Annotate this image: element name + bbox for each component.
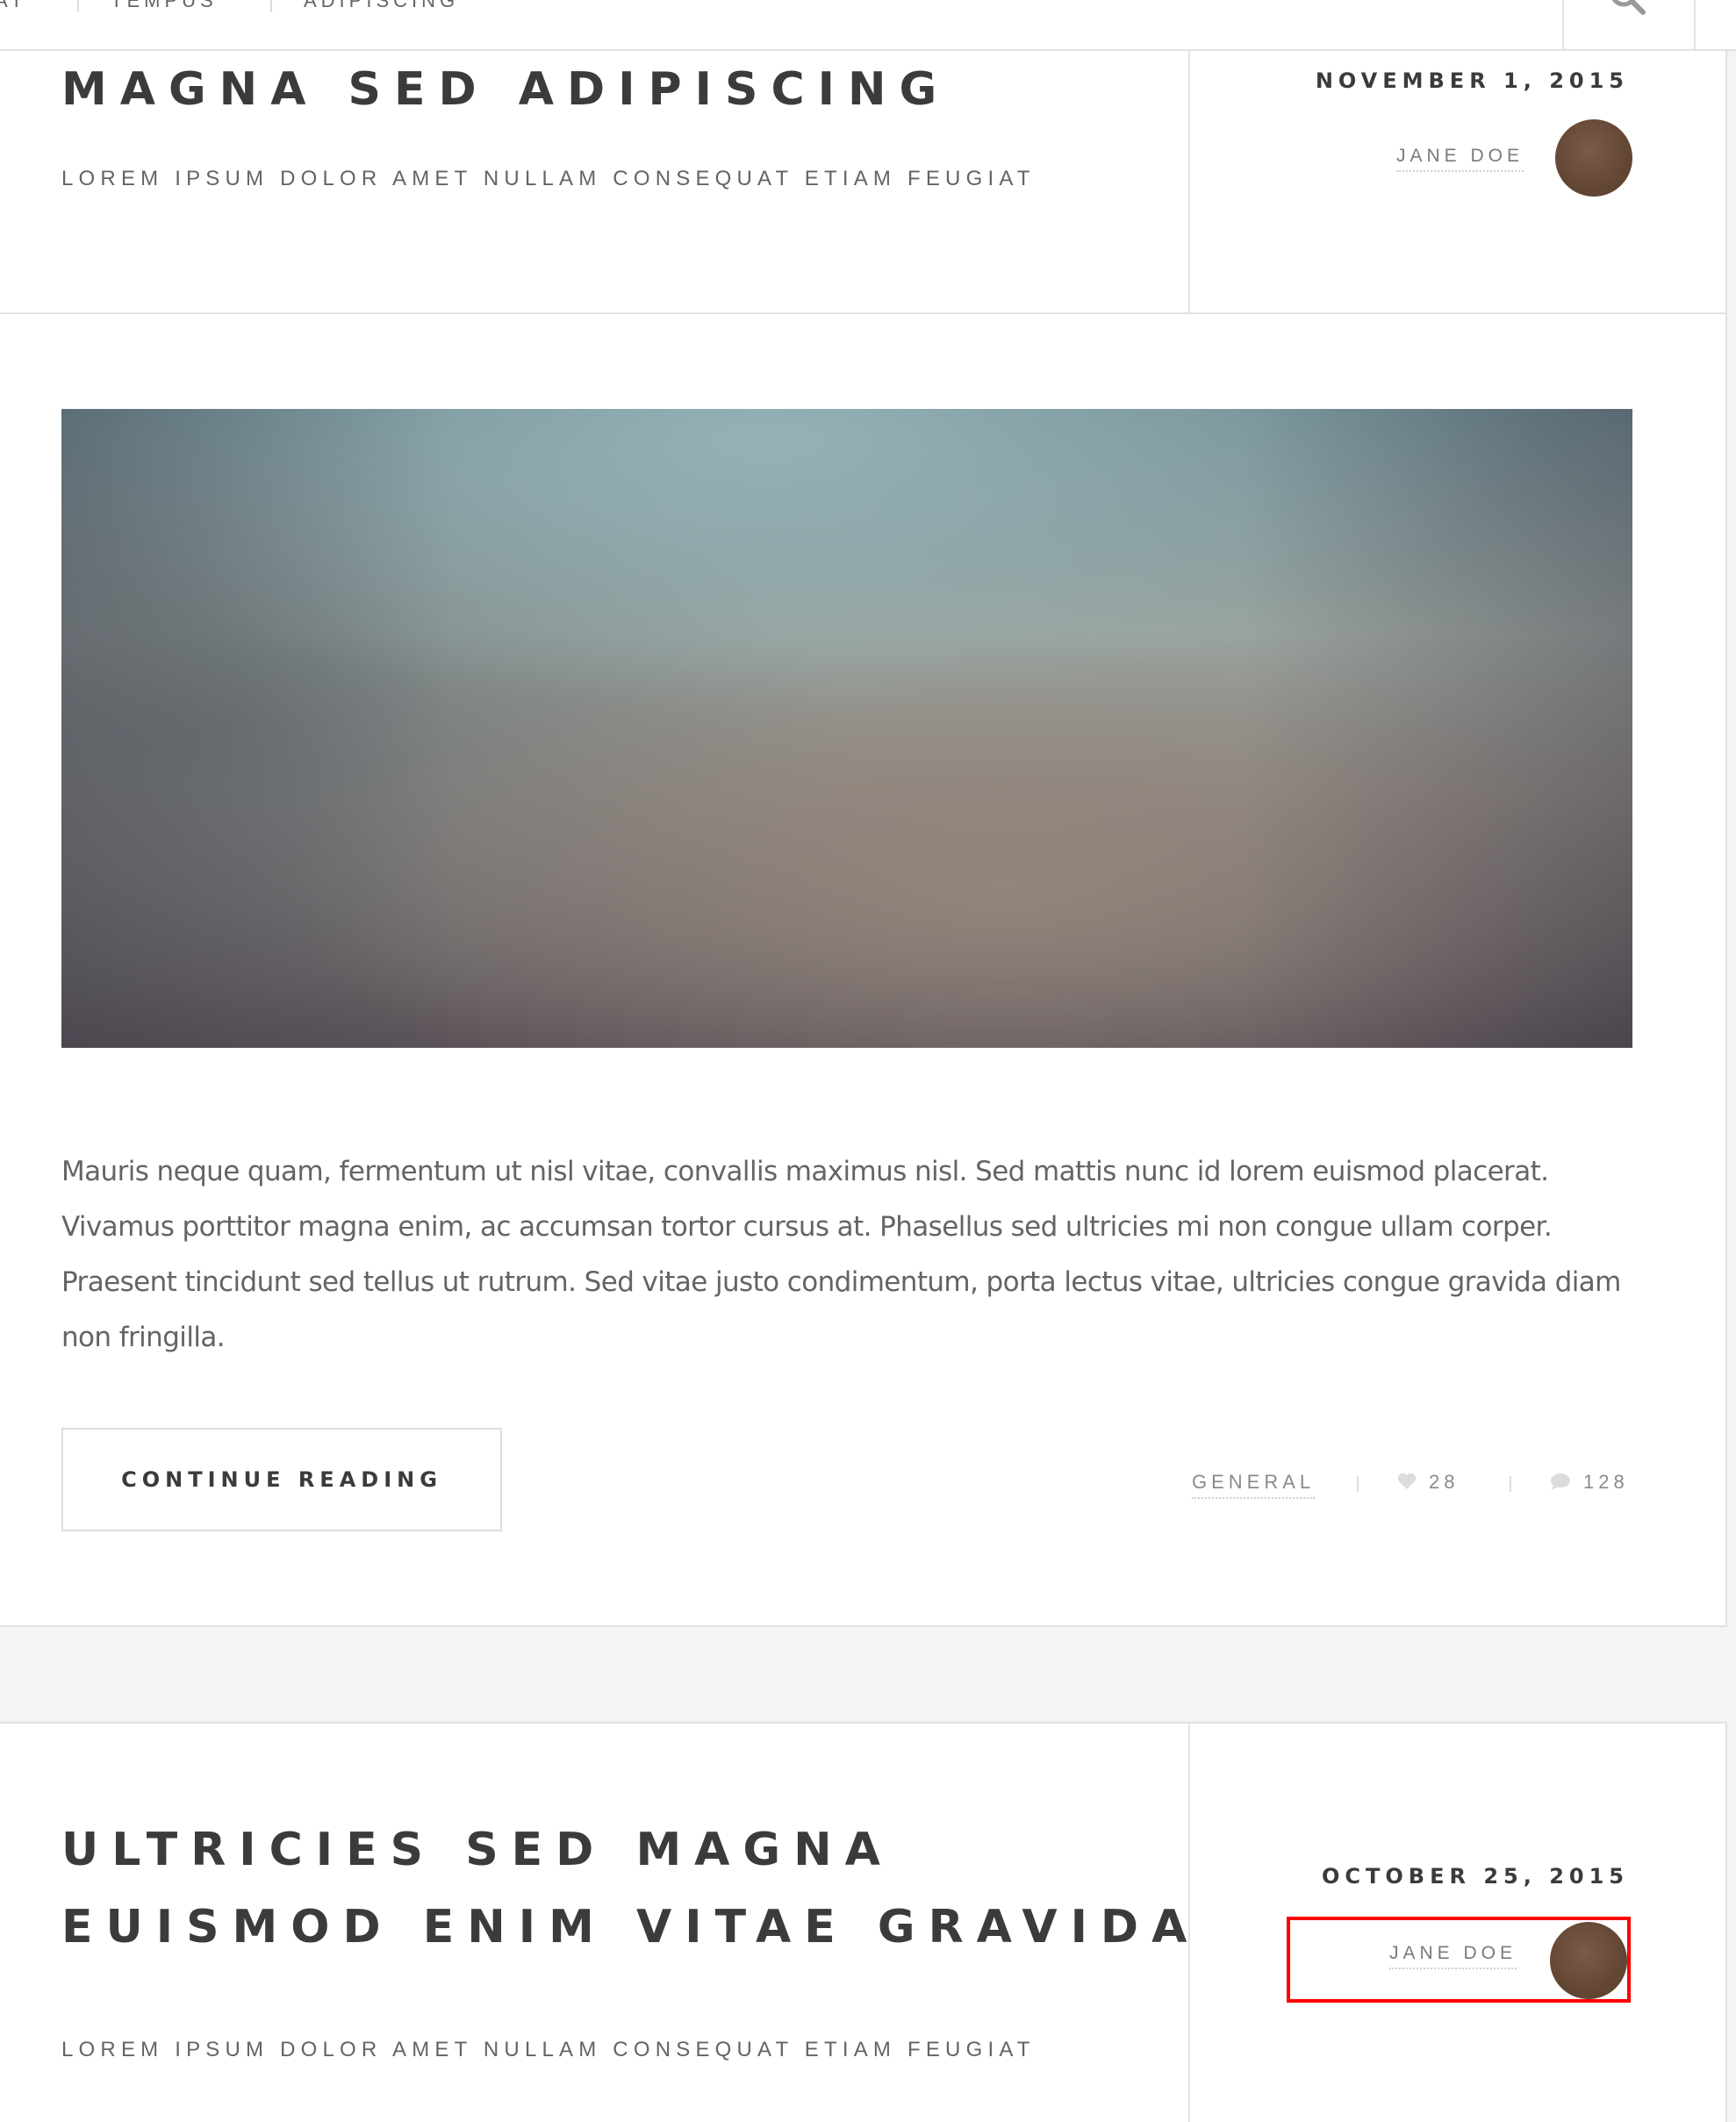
nav-item-at[interactable]: AT — [0, 0, 26, 12]
post-title[interactable]: ULTRICIES SED MAGNA EUISMOD ENIM VITAE G… — [61, 1811, 1200, 1966]
comments-count: 128 — [1583, 1471, 1629, 1493]
avatar[interactable] — [1555, 119, 1632, 197]
post-stats: GENERAL 28 128 — [0, 1471, 1727, 1499]
post-card: MAGNA SED ADIPISCING LOREM IPSUM DOLOR A… — [0, 49, 1727, 1627]
search-icon — [1611, 0, 1646, 15]
avatar[interactable] — [1550, 1922, 1627, 1999]
post-title[interactable]: MAGNA SED ADIPISCING — [61, 51, 950, 128]
post-title-line: ULTRICIES SED MAGNA — [61, 1824, 893, 1876]
heart-icon — [1397, 1473, 1417, 1489]
search-button[interactable] — [1562, 0, 1696, 51]
post-header: MAGNA SED ADIPISCING LOREM IPSUM DOLOR A… — [0, 51, 1725, 314]
post-card: ULTRICIES SED MAGNA EUISMOD ENIM VITAE G… — [0, 1722, 1727, 2122]
post-excerpt: Mauris neque quam, fermentum ut nisl vit… — [61, 1156, 1621, 1353]
post-header: ULTRICIES SED MAGNA EUISMOD ENIM VITAE G… — [0, 1724, 1725, 2122]
author-name[interactable]: JANE DOE — [1395, 146, 1524, 172]
meta-divider — [1188, 51, 1190, 312]
category-link[interactable]: GENERAL — [1192, 1471, 1316, 1499]
nav-separator — [77, 0, 79, 12]
stat-separator — [1357, 1476, 1359, 1492]
post-date: NOVEMBER 1, 2015 — [1315, 68, 1629, 93]
likes-count: 28 — [1429, 1471, 1460, 1493]
post-date: OCTOBER 25, 2015 — [1322, 1864, 1629, 1889]
post-image[interactable] — [61, 409, 1632, 1048]
top-nav: AT TEMPUS ADIPISCING — [0, 0, 1736, 51]
nav-item-tempus[interactable]: TEMPUS — [111, 0, 218, 12]
post-subtitle: LOREM IPSUM DOLOR AMET NULLAM CONSEQUAT … — [61, 2038, 1036, 2061]
post-subtitle: LOREM IPSUM DOLOR AMET NULLAM CONSEQUAT … — [61, 167, 1036, 190]
post-title-line: EUISMOD ENIM VITAE GRAVIDA — [61, 1901, 1201, 1954]
nav-separator — [270, 0, 272, 12]
author-name[interactable]: JANE DOE — [1388, 1943, 1517, 1969]
likes-link[interactable]: 28 — [1397, 1471, 1459, 1494]
stat-separator — [1510, 1476, 1511, 1492]
comment-icon — [1551, 1473, 1570, 1490]
nav-item-adipiscing[interactable]: ADIPISCING — [304, 0, 459, 12]
comments-link[interactable]: 128 — [1550, 1471, 1629, 1494]
